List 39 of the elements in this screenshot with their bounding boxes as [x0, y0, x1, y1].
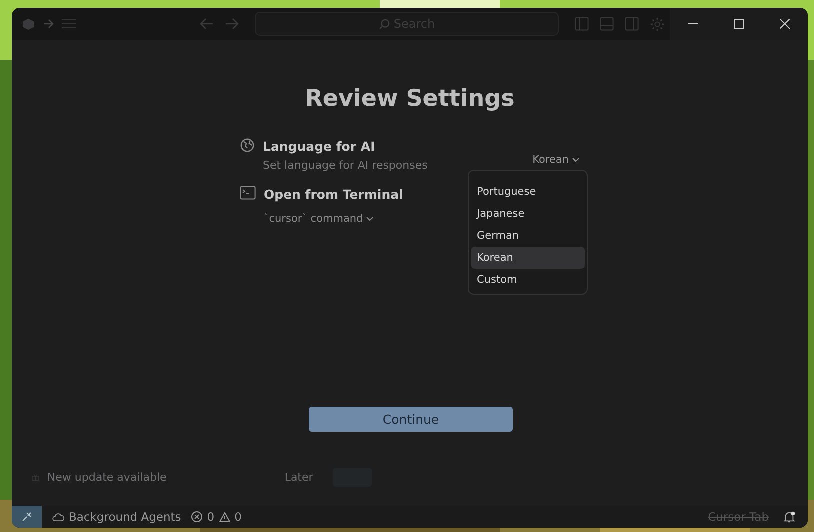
error-icon [191, 511, 204, 523]
problems-item[interactable]: 0 0 [191, 510, 242, 524]
arrow-right-icon[interactable] [43, 19, 56, 29]
dialog-title: Review Settings [305, 86, 515, 112]
terminal-icon [240, 186, 256, 200]
language-dropdown[interactable]: Korean [532, 147, 580, 172]
warning-icon [218, 512, 231, 522]
language-option[interactable]: Japanese [471, 203, 585, 225]
setting-title: Language for AI [263, 139, 376, 154]
menu-icon[interactable] [62, 19, 76, 29]
remote-icon [22, 512, 32, 522]
cube-logo-icon [22, 18, 36, 30]
language-option[interactable]: German [471, 225, 585, 247]
language-option[interactable]: Korean [471, 247, 585, 269]
language-option[interactable]: Portuguese [471, 181, 585, 203]
right-panel-icon[interactable] [625, 17, 640, 31]
remote-button[interactable] [12, 506, 42, 528]
close-icon [780, 19, 790, 29]
cloud-icon [52, 512, 65, 522]
bell-icon[interactable] [783, 510, 796, 524]
language-option[interactable]: Custom [471, 269, 585, 291]
settings-icon[interactable] [650, 16, 665, 32]
minimize-icon [688, 23, 698, 25]
forward-arrow-icon[interactable] [225, 18, 240, 30]
setting-description: Set language for AI responses [263, 159, 428, 172]
search-icon [378, 18, 390, 30]
back-arrow-icon[interactable] [200, 18, 214, 30]
later-button[interactable]: Later [284, 470, 314, 484]
globe-icon [240, 138, 255, 153]
setting-title: Open from Terminal [264, 187, 404, 202]
bottom-panel-icon[interactable] [600, 17, 614, 31]
continue-button[interactable]: Continue [309, 407, 513, 432]
update-message: New update available [47, 470, 167, 484]
chevron-down-icon [366, 216, 374, 222]
background-agents-item[interactable]: Background Agents [52, 510, 182, 524]
chevron-down-icon [572, 156, 580, 162]
command-dropdown[interactable]: `cursor` command [264, 213, 374, 225]
left-panel-icon[interactable] [574, 17, 589, 31]
maximize-icon [734, 19, 744, 29]
